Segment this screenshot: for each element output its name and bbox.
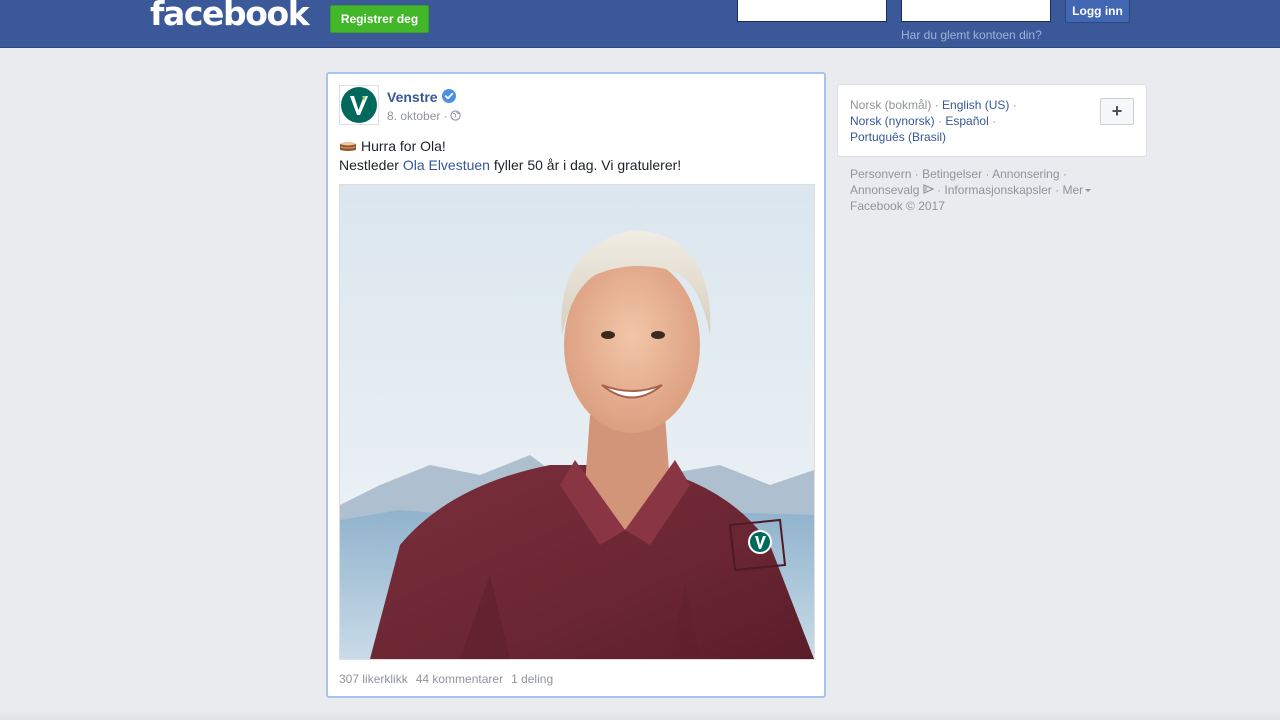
footer-terms-link[interactable]: Betingelser (922, 167, 982, 181)
globe-icon[interactable] (450, 110, 461, 121)
post-date[interactable]: 8. oktober · (387, 109, 448, 123)
footer-cookies-link[interactable]: Informasjonskapsler (944, 183, 1051, 197)
password-field[interactable] (901, 0, 1051, 22)
post-line-2-end: fyller 50 år i dag. Vi gratulerer! (489, 157, 682, 173)
chevron-down-icon[interactable] (1085, 189, 1092, 192)
comments-count[interactable]: 44 kommentarer (416, 672, 503, 686)
language-espanol[interactable]: Español (945, 114, 988, 128)
separator: · (1012, 98, 1017, 112)
bottom-shade (0, 712, 1280, 720)
more-languages-button[interactable]: + (1100, 98, 1134, 125)
forgot-account-link[interactable]: Har du glemt kontoen din? (901, 28, 1042, 42)
shares-count[interactable]: 1 deling (511, 672, 553, 686)
verified-badge-icon (442, 89, 456, 103)
post-text: Hurra for Ola! Nestleder Ola Elvestuen f… (339, 137, 681, 175)
footer-links: Personvern · Betingelser · Annonsering ·… (850, 166, 1120, 214)
footer-privacy-link[interactable]: Personvern (850, 167, 911, 181)
separator: · (1062, 167, 1067, 181)
language-current: Norsk (bokmål) (850, 98, 932, 112)
facebook-logo[interactable]: facebook (150, 0, 310, 34)
separator: · (938, 114, 943, 128)
separator: · (937, 183, 942, 197)
top-bar: facebook Registrer deg Logg inn Har du g… (0, 0, 1280, 48)
post-card: Venstre 8. oktober · Hurra for Ola! Nest… (326, 72, 826, 698)
page-avatar[interactable] (339, 85, 379, 125)
language-english[interactable]: English (US) (942, 98, 1009, 112)
post-stats: 307 likerklikk 44 kommentarer 1 deling (339, 672, 561, 686)
cake-emoji-icon (340, 142, 356, 151)
language-nynorsk[interactable]: Norsk (nynorsk) (850, 114, 935, 128)
login-button[interactable]: Logg inn (1065, 0, 1130, 23)
post-photo[interactable] (339, 184, 815, 660)
separator: · (1055, 183, 1060, 197)
register-button[interactable]: Registrer deg (330, 5, 429, 33)
footer-more-link[interactable]: Mer (1063, 183, 1084, 197)
post-line-2-start: Nestleder (339, 157, 403, 173)
separator: · (985, 167, 990, 181)
language-selector-box: Norsk (bokmål) · English (US) · Norsk (n… (837, 84, 1147, 157)
venstre-logo-icon (341, 87, 377, 123)
page-name-link[interactable]: Venstre (387, 89, 438, 105)
footer-copyright: Facebook © 2017 (850, 199, 945, 213)
separator: · (914, 167, 919, 181)
separator: · (992, 114, 997, 128)
post-line-1: Hurra for Ola! (361, 138, 446, 154)
language-portugues[interactable]: Português (Brasil) (850, 130, 946, 144)
portrait-photo (340, 185, 814, 659)
footer-advertising-link[interactable]: Annonsering (992, 167, 1059, 181)
email-field[interactable] (737, 0, 887, 22)
mentioned-person-link[interactable]: Ola Elvestuen (403, 157, 490, 173)
likes-count[interactable]: 307 likerklikk (339, 672, 408, 686)
language-list: Norsk (bokmål) · English (US) · Norsk (n… (850, 97, 1090, 145)
adchoices-icon[interactable] (923, 184, 934, 194)
footer-adchoices-link[interactable]: Annonsevalg (850, 183, 919, 197)
separator: · (934, 98, 939, 112)
